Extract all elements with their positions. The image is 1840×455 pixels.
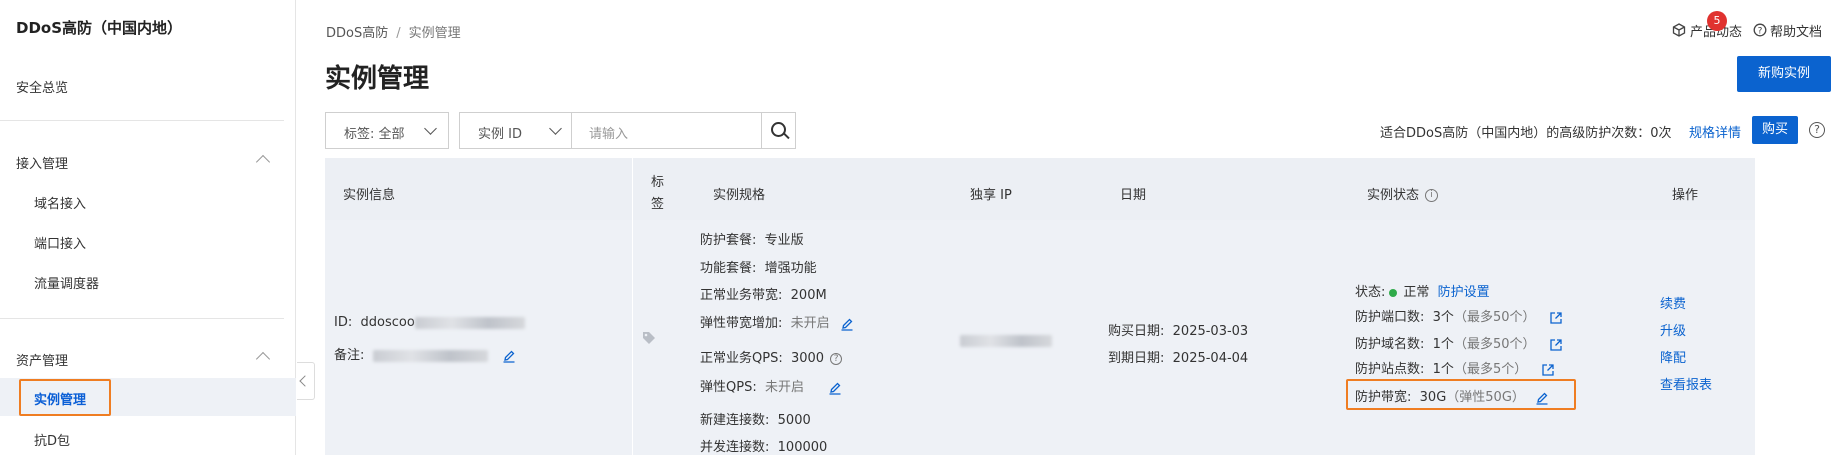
breadcrumb: DDoS高防 / 实例管理 bbox=[326, 26, 461, 41]
table-header bbox=[325, 158, 1755, 220]
breadcrumb-current: 实例管理 bbox=[408, 26, 461, 41]
status-sites: 防护站点数: 1个（最多5个） bbox=[1355, 358, 1555, 377]
breadcrumb-link[interactable]: DDoS高防 bbox=[326, 26, 388, 41]
external-link-icon[interactable] bbox=[1549, 311, 1563, 325]
svg-text:?: ? bbox=[1758, 27, 1763, 37]
cube-icon bbox=[1672, 23, 1686, 37]
chevron-down-icon bbox=[549, 122, 562, 135]
instance-note: 备注: bbox=[334, 344, 516, 363]
exclusive-ip bbox=[960, 333, 1052, 348]
upgrade-link[interactable]: 升级 bbox=[1660, 320, 1686, 339]
tag-icon[interactable] bbox=[641, 330, 657, 346]
field-select-label: 实例 ID bbox=[478, 127, 522, 142]
spec-elastic-qps: 弹性QPS: 未开启 bbox=[700, 376, 842, 395]
header-ip: 独享 IP bbox=[970, 188, 1012, 203]
status-dot bbox=[1389, 288, 1398, 297]
chevron-down-icon bbox=[424, 122, 437, 135]
spec-bandwidth: 正常业务带宽: 200M bbox=[700, 288, 827, 303]
help-docs-link[interactable]: 帮助文档 bbox=[1770, 21, 1822, 40]
sidebar-title: DDoS高防（中国内地） bbox=[16, 19, 183, 37]
sidebar-group-access[interactable]: 接入管理 bbox=[16, 153, 68, 172]
spec-details-link[interactable]: 规格详情 bbox=[1689, 122, 1741, 141]
sidebar-item-traffic-scheduler[interactable]: 流量调度器 bbox=[34, 273, 99, 292]
header-spec: 实例规格 bbox=[713, 188, 766, 203]
sidebar-item-domain-access[interactable]: 域名接入 bbox=[34, 193, 86, 212]
redacted-id bbox=[414, 316, 525, 329]
sidebar-item-anti-d[interactable]: 抗D包 bbox=[34, 430, 70, 449]
search-button[interactable] bbox=[761, 112, 796, 149]
news-badge: 5 bbox=[1707, 11, 1727, 31]
protection-settings-link[interactable]: 防护设置 bbox=[1438, 285, 1490, 300]
sidebar-divider bbox=[0, 120, 284, 121]
status-bandwidth: 防护带宽: 30G（弹性50G） bbox=[1355, 386, 1549, 405]
help-icon[interactable]: ? bbox=[830, 352, 843, 365]
status-state: 状态: 正常 防护设置 bbox=[1355, 285, 1490, 300]
quota-text: 适合DDoS高防（中国内地）的高级防护次数：0次 bbox=[1380, 126, 1672, 141]
spec-new-connections: 新建连接数: 5000 bbox=[700, 413, 811, 428]
sidebar-collapse-button[interactable] bbox=[297, 362, 315, 400]
search-input[interactable]: 请输入 bbox=[571, 112, 766, 149]
header-instance-info: 实例信息 bbox=[343, 188, 396, 203]
spec-package: 防护套餐: 专业版 bbox=[700, 233, 804, 248]
header-actions: 操作 bbox=[1672, 188, 1699, 203]
spec-qps: 正常业务QPS: 3000? bbox=[700, 347, 843, 366]
sidebar-divider bbox=[0, 318, 284, 319]
buy-date: 购买日期: 2025-03-03 bbox=[1108, 324, 1249, 339]
new-instance-button[interactable]: 新购实例 bbox=[1737, 56, 1831, 92]
tag-select[interactable]: 标签: 全部 bbox=[325, 112, 449, 149]
buy-button[interactable]: 购买 bbox=[1752, 116, 1798, 144]
chevron-up-icon[interactable] bbox=[255, 154, 271, 170]
header-status-label: 实例状态 bbox=[1367, 188, 1420, 203]
downgrade-link[interactable]: 降配 bbox=[1660, 347, 1686, 366]
header-tags: 标签 bbox=[651, 175, 665, 212]
header-status: 实例状态 i bbox=[1367, 184, 1439, 203]
expire-date: 到期日期: 2025-04-04 bbox=[1108, 351, 1249, 366]
sidebar-item-overview[interactable]: 安全总览 bbox=[16, 77, 68, 96]
external-link-icon[interactable] bbox=[1549, 338, 1563, 352]
instance-id: ID: ddoscoo bbox=[334, 315, 525, 330]
edit-icon[interactable] bbox=[840, 317, 854, 331]
edit-icon[interactable] bbox=[502, 349, 516, 363]
spec-elastic-bandwidth: 弹性带宽增加: 未开启 bbox=[700, 312, 854, 331]
redacted-note bbox=[372, 349, 488, 362]
sidebar: DDoS高防（中国内地） 安全总览 接入管理 域名接入 端口接入 流量调度器 资… bbox=[0, 0, 296, 455]
sidebar-group-assets[interactable]: 资产管理 bbox=[16, 350, 68, 369]
view-report-link[interactable]: 查看报表 bbox=[1660, 374, 1712, 393]
header-date: 日期 bbox=[1120, 188, 1147, 203]
spec-concurrent-connections: 并发连接数: 100000 bbox=[700, 440, 828, 455]
spec-feature: 功能套餐: 增强功能 bbox=[700, 261, 817, 276]
question-icon[interactable]: ? bbox=[1809, 122, 1825, 138]
info-icon[interactable]: i bbox=[1425, 189, 1439, 202]
renew-link[interactable]: 续费 bbox=[1660, 293, 1686, 312]
redacted-ip bbox=[960, 334, 1052, 347]
help-icon: ? bbox=[1753, 23, 1767, 37]
edit-icon[interactable] bbox=[1535, 391, 1549, 405]
edit-icon[interactable] bbox=[828, 381, 842, 395]
page-title: 实例管理 bbox=[325, 64, 430, 94]
tag-select-label: 标签: 全部 bbox=[344, 127, 405, 142]
field-select[interactable]: 实例 ID bbox=[459, 112, 572, 149]
status-domains: 防护域名数: 1个（最多50个） bbox=[1355, 333, 1563, 352]
sidebar-item-port-access[interactable]: 端口接入 bbox=[34, 233, 86, 252]
status-ports: 防护端口数: 3个（最多50个） bbox=[1355, 306, 1563, 325]
column-divider bbox=[632, 158, 633, 455]
external-link-icon[interactable] bbox=[1541, 363, 1555, 377]
sidebar-item-instances[interactable]: 实例管理 bbox=[34, 389, 86, 408]
chevron-up-icon[interactable] bbox=[255, 351, 271, 367]
